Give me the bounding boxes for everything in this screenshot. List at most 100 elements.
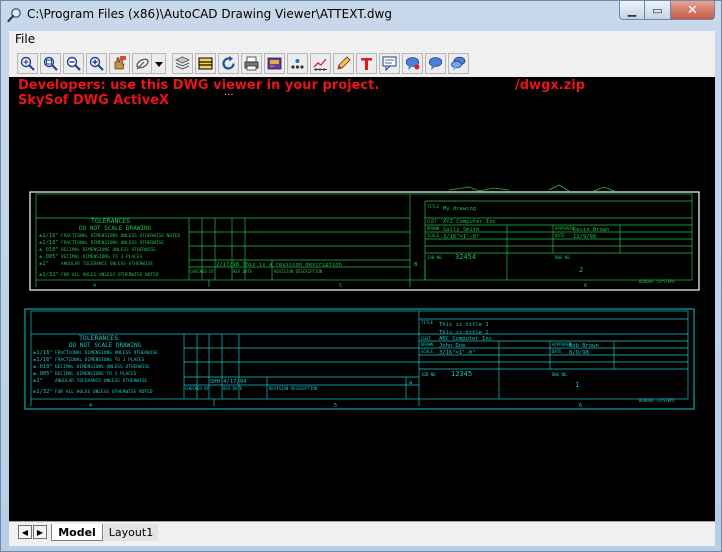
top-title-texts: TOLERANCES DO NOT SCALE DRAWING ±1/16" F…	[39, 204, 675, 289]
top-tol-desc-2: FRACTIONAL DIMENSIONS UNLESS OTHERWISE	[61, 240, 164, 246]
bottom-do-not-scale: DO NOT SCALE DRAWING	[69, 342, 142, 349]
bottom-tol-desc-6: FOR ALL HOLES UNLESS OTHERWISE NOTED	[55, 389, 153, 395]
tab-prev-button[interactable]: ◀	[18, 525, 32, 539]
bottom-rev-date-label: REV DATE	[223, 386, 243, 391]
top-date-label: DATE	[555, 233, 565, 238]
bottom-tol-val-5: ±1°	[33, 378, 43, 384]
top-drawn-value: Sally Smith	[443, 227, 479, 233]
bottom-cust-value: ABC Computer Inc	[439, 336, 492, 342]
bottom-date-label: DATE	[552, 349, 562, 354]
measure-icon[interactable]	[310, 53, 331, 74]
bottom-rev-desc-label: REVISION DESCRIPTION	[269, 386, 318, 391]
top-job-value: 32454	[455, 253, 476, 261]
maximize-button[interactable]: ▭	[645, 1, 671, 20]
bottom-tol-val-2: ±1/16"	[33, 357, 53, 363]
close-button[interactable]: ✕	[671, 1, 715, 20]
top-col-marker-1: 4	[93, 283, 96, 289]
top-drawn-label: DRAWN	[427, 226, 440, 231]
top-tol-val-1: ±1/16"	[39, 233, 59, 239]
top-tol-val-6: ±1/32"	[39, 272, 59, 278]
top-title-label: TITLE	[427, 204, 440, 209]
top-tol-desc-4: DECIMAL DIMENSIONS TO 3 PLACES	[61, 254, 143, 260]
top-col-marker-3: 6	[584, 283, 587, 289]
top-tol-val-3: ±.010"	[39, 247, 59, 253]
top-tol-desc-5: ANGULAR TOLERANCE UNLESS OTHERWISE	[61, 261, 153, 267]
top-rev-desc-label: REVISION DESCRIPTION	[274, 269, 323, 274]
comment-multi-icon[interactable]	[448, 53, 469, 74]
title-bar[interactable]: C:\Program Files (x86)\AutoCAD Drawing V…	[1, 1, 721, 29]
top-cust-label: CUST	[427, 219, 437, 224]
refresh-icon[interactable]	[218, 53, 239, 74]
pencil-icon[interactable]	[333, 53, 354, 74]
zoom-window-icon[interactable]	[40, 53, 61, 74]
bottom-approved-value: Bob Brown	[569, 343, 599, 349]
bottom-tol-desc-3: DECIMAL DIMENSIONS UNLESS OTHERWISE	[55, 364, 150, 370]
bottom-border-note: BORDER (SYSTEM)	[639, 398, 675, 403]
layout-icon[interactable]	[195, 53, 216, 74]
top-dwg-value: 2	[579, 266, 583, 274]
tab-next-button[interactable]: ▶	[33, 525, 47, 539]
bottom-col-marker-2: 5	[334, 403, 337, 409]
top-dwg-label: DWG NO.	[555, 255, 572, 260]
bottom-tol-desc-5: ANGULAR TOLERANCE UNLESS OTHERWISE	[55, 378, 147, 384]
bottom-dwg-value: 1	[575, 381, 579, 389]
top-rev-letter: B	[414, 262, 418, 268]
top-approved-label: APPROVED	[555, 226, 575, 231]
top-title-value: My drawing	[443, 206, 476, 212]
points-icon[interactable]	[287, 53, 308, 74]
pan-icon[interactable]	[109, 53, 130, 74]
top-checked-label: CHECKED BY	[190, 269, 215, 274]
image-icon[interactable]	[264, 53, 285, 74]
bottom-rev-letter: a	[409, 380, 412, 386]
bottom-tol-desc-4: DECIMAL DIMENSIONS TO 3 PLACES	[55, 371, 137, 377]
orbit-icon[interactable]	[132, 53, 152, 74]
app-window: C:\Program Files (x86)\AutoCAD Drawing V…	[0, 0, 722, 552]
top-cust-value: XYZ Computer Inc	[443, 219, 496, 225]
bottom-scale-value: 3/16"=1'-0"	[439, 350, 475, 356]
bottom-tol-val-4: ±.005"	[33, 371, 53, 377]
top-rev-date-label: REV DATE	[233, 269, 253, 274]
window-title: C:\Program Files (x86)\AutoCAD Drawing V…	[27, 7, 392, 21]
zoom-in-icon[interactable]	[86, 53, 107, 74]
drawing-canvas[interactable]: Developers: use this DWG viewer in your …	[9, 77, 715, 521]
minimize-button[interactable]: ▁	[619, 1, 645, 20]
top-date-value: 12/9/98	[573, 234, 596, 240]
menu-bar: File	[9, 31, 715, 49]
text-icon[interactable]	[356, 53, 377, 74]
bottom-tol-val-1: ±1/16"	[33, 350, 53, 356]
top-drawing-scribbles	[448, 184, 615, 192]
bottom-title-line1: This is title 1	[439, 322, 489, 328]
top-approved-value: Kevin Brown	[573, 227, 609, 233]
bottom-tol-val-6: ±1/32"	[33, 389, 53, 395]
bottom-title-texts: TOLERANCES DO NOT SCALE DRAWING ±1/16" F…	[33, 320, 675, 409]
bottom-job-label: JOB NO.	[421, 372, 438, 377]
bottom-checked-label: CHECKED BY	[185, 386, 210, 391]
zoom-out-icon[interactable]	[63, 53, 84, 74]
top-do-not-scale: DO NOT SCALE DRAWING	[79, 225, 152, 232]
bottom-tol-val-3: ±.010"	[33, 364, 53, 370]
bottom-scale-label: SCALE	[421, 349, 434, 354]
zoom-fit-icon[interactable]	[17, 53, 38, 74]
magnifier-app-icon	[7, 8, 21, 23]
top-job-label: JOB NO.	[427, 255, 444, 260]
print-icon[interactable]	[241, 53, 262, 74]
dropdown-arrow-icon[interactable]	[152, 53, 166, 74]
comment-chat-icon[interactable]	[425, 53, 446, 74]
top-scale-label: SCALE	[427, 233, 440, 238]
layers-icon[interactable]	[172, 53, 193, 74]
bottom-dwg-label: DWG NO.	[552, 372, 569, 377]
top-tol-desc-1: FRACTIONAL DIMENSIONS UNLESS OTHERWISE N…	[61, 233, 180, 239]
bottom-col-marker-3: 6	[579, 403, 582, 409]
layout-tab-bar: ◀ ▶ Model Layout1	[9, 521, 715, 546]
top-tol-val-4: ±.005"	[39, 254, 59, 260]
tab-model[interactable]: Model	[51, 524, 103, 541]
bottom-tolerances-title: TOLERANCES	[79, 334, 118, 342]
comment-icon[interactable]	[379, 53, 400, 74]
tab-layout1[interactable]: Layout1	[104, 524, 158, 541]
bottom-tol-desc-1: FRACTIONAL DIMENSIONS UNLESS OTHERWISE	[55, 350, 158, 356]
top-rev-entry: 2/17/98 This is a revision description	[216, 262, 342, 268]
bottom-drawn-value: John Doe	[439, 343, 466, 349]
menu-file[interactable]: File	[15, 32, 35, 46]
comment-add-icon[interactable]	[402, 53, 423, 74]
top-tol-val-2: ±1/16"	[39, 240, 59, 246]
